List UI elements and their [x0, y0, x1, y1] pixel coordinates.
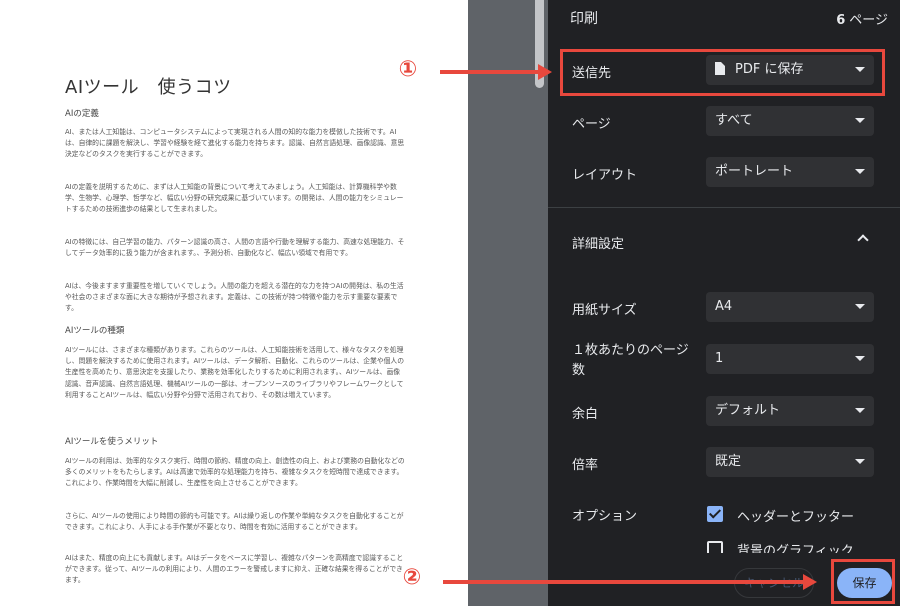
- highlight-box-save: [831, 559, 895, 604]
- pages-per-sheet-label: １枚あたりのページ数: [572, 343, 689, 378]
- left-margin: [0, 0, 31, 606]
- step-1-marker: ①: [398, 57, 418, 82]
- margins-value: デフォルト: [715, 403, 781, 418]
- paragraph: AIツールの利用は、効率的なタスク実行、時間の節約、精度の向上、創造性の向上、お…: [65, 457, 405, 488]
- section-heading: AIツールを使うメリット: [65, 437, 159, 447]
- paragraph: AI、または人工知能は、コンピュータシステムによって実現される人間の知的な能力を…: [65, 128, 405, 159]
- pages-label: ページ: [572, 117, 611, 132]
- pages-select[interactable]: すべて: [706, 106, 874, 136]
- layout-select[interactable]: ポートレート: [706, 157, 874, 187]
- paragraph: AIの特徴には、自己学習の能力、パターン認識の高さ、人間の言語や行動を理解する能…: [65, 238, 405, 258]
- highlight-box-destination: [560, 49, 885, 96]
- paper-size-select[interactable]: A4: [706, 292, 874, 322]
- margins-select[interactable]: デフォルト: [706, 396, 874, 426]
- dropdown-arrow-icon: [855, 459, 865, 464]
- layout-label: レイアウト: [572, 168, 638, 183]
- paper-size-value: A4: [715, 299, 733, 314]
- more-settings-toggle[interactable]: 詳細設定: [572, 233, 624, 252]
- dropdown-arrow-icon: [855, 304, 865, 309]
- dropdown-arrow-icon: [855, 356, 865, 361]
- arrow-2-head: [803, 574, 817, 590]
- scale-select[interactable]: 既定: [706, 447, 874, 477]
- pages-per-sheet-value: 1: [715, 351, 724, 366]
- scale-value: 既定: [715, 454, 742, 469]
- page-count: 6 ページ: [836, 9, 888, 28]
- scale-label: 倍率: [572, 458, 599, 473]
- section-divider: [548, 207, 900, 208]
- arrow-1-head: [538, 64, 552, 80]
- pages-per-sheet-select[interactable]: 1: [706, 344, 874, 374]
- section-heading: AIの定義: [65, 109, 99, 119]
- print-dialog-screenshot: AIツール 使うコツ AIの定義 AI、または人工知能は、コンピュータシステムに…: [0, 0, 900, 606]
- page-count-number: 6: [836, 13, 846, 28]
- headers-footers-checkbox[interactable]: [707, 506, 723, 522]
- paragraph: AIはまた、精度の向上にも貢献します。AIはデータをベースに学習し、複雑なパター…: [65, 554, 404, 585]
- options-label: オプション: [572, 509, 638, 524]
- page-count-unit: ページ: [849, 13, 888, 28]
- chevron-up-icon[interactable]: [857, 234, 869, 246]
- arrow-2-line: [443, 580, 805, 584]
- paragraph: AIツールには、さまざまな種類があります。これらのツールは、人工知能技術を活用し…: [65, 346, 405, 399]
- section-heading: AIツールの種類: [65, 326, 125, 336]
- dropdown-arrow-icon: [855, 118, 865, 123]
- paragraph: AIは、今後ますます重要性を増していくでしょう。人間の能力を超える潜在的な力を持…: [65, 282, 404, 313]
- pages-value: すべて: [715, 113, 753, 128]
- margins-label: 余白: [572, 407, 599, 422]
- arrow-1-line: [440, 70, 540, 74]
- step-2-marker: ②: [402, 565, 422, 590]
- paragraph: さらに、AIツールの使用により時間の節約も可能です。AIは繰り返しの作業や単純な…: [65, 512, 404, 532]
- paragraph: AIの定義を説明するために、まずは人工知能の背景について考えてみましょう。人工知…: [65, 183, 404, 214]
- layout-value: ポートレート: [715, 164, 794, 179]
- paper-size-label: 用紙サイズ: [572, 303, 637, 318]
- dropdown-arrow-icon: [855, 169, 865, 174]
- document-title: AIツール 使うコツ: [65, 77, 232, 98]
- headers-footers-label[interactable]: ヘッダーとフッター: [737, 506, 854, 525]
- panel-title: 印刷: [570, 11, 598, 27]
- dropdown-arrow-icon: [855, 408, 865, 413]
